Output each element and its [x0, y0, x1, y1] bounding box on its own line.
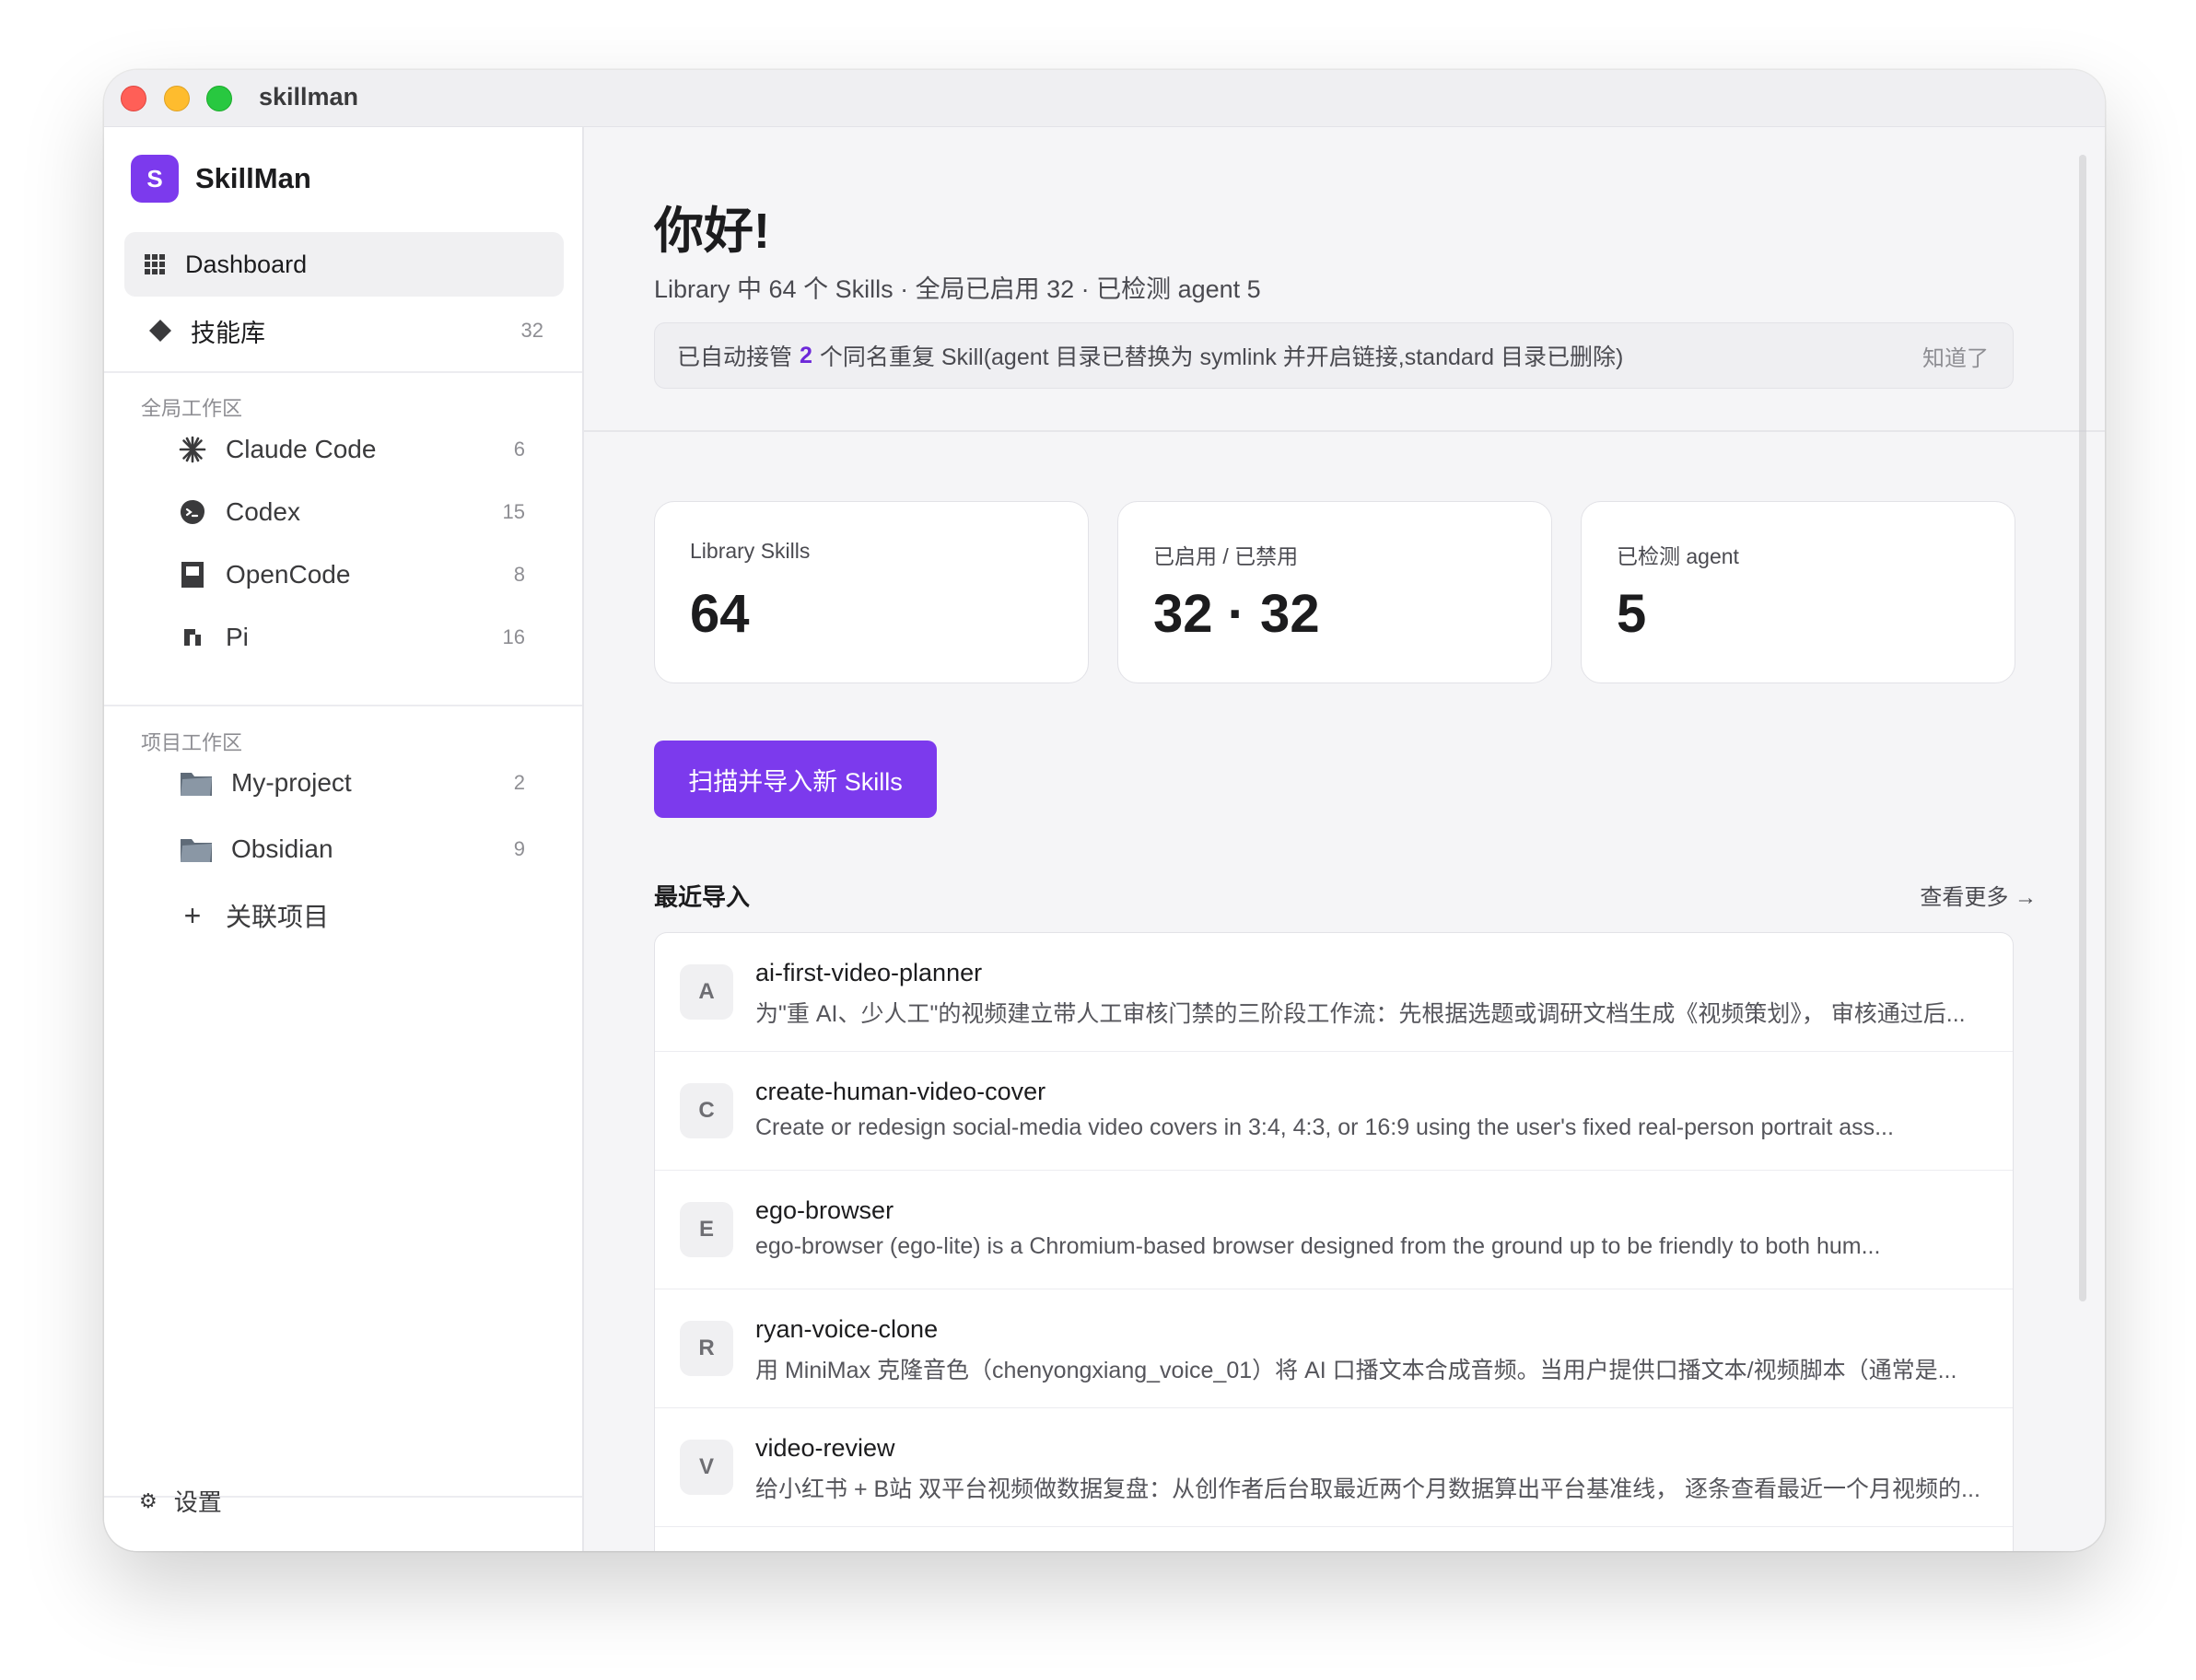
- stat-label: 已检测 agent: [1617, 544, 1739, 568]
- folder-icon: [178, 834, 215, 864]
- global-item-label: OpenCode: [226, 560, 351, 589]
- project-item-obsidian[interactable]: Obsidian 9: [178, 823, 564, 875]
- skill-description: 给小红书 + B站 双平台视频做数据复盘：从创作者后台取最近两个月数据算出平台基…: [755, 1476, 1980, 1502]
- sidebar-divider: [104, 371, 582, 373]
- list-item[interactable]: C create-human-video-cover Create or red…: [655, 1052, 2013, 1171]
- brand: S SkillMan: [131, 155, 311, 203]
- page-subtitle: Library 中 64 个 Skills · 全局已启用 32 · 已检测 a…: [654, 275, 1261, 303]
- scan-import-button[interactable]: 扫描并导入新 Skills: [654, 741, 937, 818]
- recent-imports-list: A ai-first-video-planner 为"重 AI、少人工"的视频建…: [654, 932, 2014, 1551]
- list-item[interactable]: R ryan-voice-clone 用 MiniMax 克隆音色（chenyo…: [655, 1289, 2013, 1408]
- project-item-label: Obsidian: [231, 834, 333, 863]
- folder-icon: [178, 768, 215, 798]
- page-title: 你好!: [654, 204, 770, 259]
- global-item-label: Claude Code: [226, 435, 377, 463]
- list-item[interactable]: A ai-first-video-planner 为"重 AI、少人工"的视频建…: [655, 933, 2013, 1052]
- global-item-count: 16: [502, 625, 525, 648]
- skill-avatar: E: [680, 1202, 733, 1257]
- nav-skill-library[interactable]: 技能库 32: [124, 298, 564, 363]
- plus-icon: +: [183, 898, 202, 932]
- notice-count: 2: [800, 342, 812, 368]
- settings-label: 设置: [173, 1488, 222, 1516]
- global-item-label: Pi: [226, 623, 249, 651]
- stat-card-library-skills: Library Skills 64: [654, 501, 1089, 683]
- skill-name: ego-browser: [755, 1196, 894, 1224]
- nav-count: 32: [520, 319, 543, 342]
- global-section-label: 全局工作区: [141, 397, 243, 420]
- global-item-count: 6: [513, 438, 525, 461]
- auto-takeover-notice: 已自动接管 2 个同名重复 Skill(agent 目录已替换为 symlink…: [654, 322, 2014, 389]
- stat-card-detected-agent: 已检测 agent 5: [1581, 501, 2015, 683]
- see-more-link[interactable]: 查看更多 →: [1920, 879, 2037, 911]
- close-window-button[interactable]: [121, 86, 146, 111]
- diamond-icon: [148, 319, 172, 343]
- stat-label: 已启用 / 已禁用: [1153, 544, 1299, 568]
- stat-value: 5: [1617, 584, 1647, 644]
- skill-description: Create or redesign social-media video co…: [755, 1114, 1894, 1140]
- skill-avatar: C: [680, 1083, 733, 1138]
- sidebar-divider: [104, 705, 582, 706]
- stat-value: 64: [690, 584, 750, 644]
- project-item-label: My-project: [231, 768, 352, 797]
- pi-icon: [178, 623, 207, 652]
- brand-logo: S: [131, 155, 179, 203]
- skill-name: create-human-video-cover: [755, 1078, 1046, 1105]
- brand-name: SkillMan: [195, 162, 311, 194]
- nav-label: 技能库: [191, 319, 265, 347]
- notice-dismiss-button[interactable]: 知道了: [1922, 340, 1989, 372]
- skill-avatar: A: [680, 964, 733, 1020]
- link-project-label: 关联项目: [226, 903, 330, 931]
- global-item-codex[interactable]: Codex 15: [178, 486, 564, 538]
- header-divider: [584, 430, 2105, 432]
- skill-description: 为"重 AI、少人工"的视频建立带人工审核门禁的三阶段工作流：先根据选题或调研文…: [755, 1001, 1966, 1027]
- skill-name: ai-first-video-planner: [755, 959, 983, 986]
- project-item-count: 9: [513, 837, 525, 860]
- project-item-count: 2: [513, 771, 525, 794]
- list-item[interactable]: V video-review 给小红书 + B站 双平台视频做数据复盘：从创作者…: [655, 1408, 2013, 1527]
- nav-dashboard[interactable]: Dashboard: [124, 232, 564, 297]
- grid-icon: [143, 254, 167, 274]
- gear-icon: ⚙: [139, 1488, 158, 1512]
- maximize-window-button[interactable]: [206, 86, 232, 111]
- notice-prefix: 已自动接管: [677, 344, 793, 370]
- claude-icon: [178, 435, 207, 464]
- global-item-opencode[interactable]: OpenCode 8: [178, 549, 564, 601]
- project-item-my-project[interactable]: My-project 2: [178, 757, 564, 809]
- stat-value: 32 · 32: [1153, 584, 1320, 644]
- codex-icon: [178, 497, 207, 527]
- recent-imports-title: 最近导入: [654, 883, 751, 911]
- skill-avatar: V: [680, 1440, 733, 1495]
- global-item-label: Codex: [226, 497, 300, 526]
- skill-name: video-review: [755, 1434, 895, 1462]
- link-project-button[interactable]: + 关联项目: [178, 890, 564, 941]
- global-item-count: 8: [513, 563, 525, 586]
- nav-label: Dashboard: [185, 250, 308, 278]
- skill-name: ryan-voice-clone: [755, 1315, 939, 1343]
- minimize-window-button[interactable]: [164, 86, 190, 111]
- skill-avatar: R: [680, 1321, 733, 1376]
- skill-description: ego-browser (ego-lite) is a Chromium-bas…: [755, 1233, 1881, 1259]
- main-content: 你好! Library 中 64 个 Skills · 全局已启用 32 · 已…: [584, 127, 2105, 1551]
- scrollbar[interactable]: [2079, 155, 2086, 1301]
- window-title: skillman: [259, 83, 359, 111]
- stat-card-enabled-disabled: 已启用 / 已禁用 32 · 32: [1117, 501, 1552, 683]
- global-item-pi[interactable]: Pi 16: [178, 612, 564, 663]
- list-item[interactable]: E ego-browser ego-browser (ego-lite) is …: [655, 1171, 2013, 1289]
- stat-label: Library Skills: [690, 539, 811, 563]
- notice-suffix: 个同名重复 Skill(agent 目录已替换为 symlink 并开启链接,s…: [819, 344, 1624, 370]
- app-window: skillman S SkillMan Dashboard 技能库 32 全局工…: [104, 70, 2105, 1551]
- settings-button[interactable]: ⚙ 设置: [139, 1484, 222, 1518]
- opencode-icon: [178, 560, 207, 589]
- global-item-claude-code[interactable]: Claude Code 6: [178, 424, 564, 475]
- skill-description: 用 MiniMax 克隆音色（chenyongxiang_voice_01）将 …: [755, 1358, 1957, 1383]
- title-bar: skillman: [104, 70, 2105, 127]
- sidebar: S SkillMan Dashboard 技能库 32 全局工作区 Claude…: [104, 127, 584, 1551]
- project-section-label: 项目工作区: [141, 731, 243, 754]
- global-item-count: 15: [502, 500, 525, 523]
